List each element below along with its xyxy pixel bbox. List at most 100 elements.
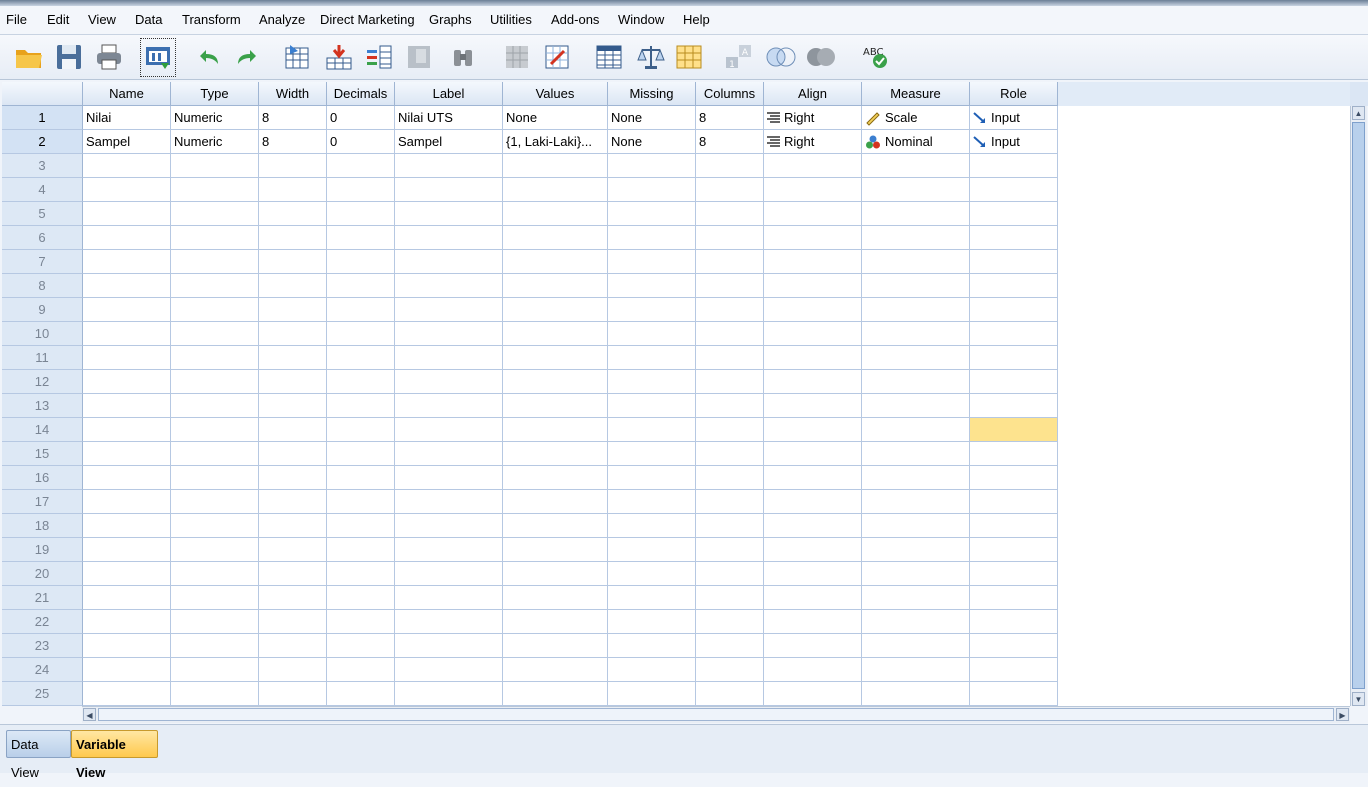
recall-dialog-icon[interactable] <box>140 38 176 77</box>
cell-role[interactable] <box>970 538 1058 562</box>
cell-type[interactable] <box>171 442 259 466</box>
cell-type[interactable] <box>171 562 259 586</box>
cell-role[interactable] <box>970 682 1058 706</box>
cell-type[interactable] <box>171 154 259 178</box>
cell-label[interactable] <box>395 178 503 202</box>
cell-decimals[interactable] <box>327 634 395 658</box>
cell-role[interactable] <box>970 298 1058 322</box>
cell-values[interactable] <box>503 682 608 706</box>
cell-columns[interactable] <box>696 370 764 394</box>
menu-analyze[interactable]: Analyze <box>259 12 305 27</box>
cell-columns[interactable]: 8 <box>696 130 764 154</box>
cell-measure[interactable] <box>862 202 970 226</box>
row-number[interactable]: 25 <box>2 682 83 706</box>
cell-width[interactable] <box>259 658 327 682</box>
cell-columns[interactable] <box>696 610 764 634</box>
cell-type[interactable]: Numeric <box>171 106 259 130</box>
col-header-missing[interactable]: Missing <box>608 82 696 106</box>
cell-missing[interactable] <box>608 658 696 682</box>
cell-values[interactable] <box>503 226 608 250</box>
cell-label[interactable] <box>395 682 503 706</box>
cell-align[interactable] <box>764 178 862 202</box>
cell-label[interactable] <box>395 418 503 442</box>
cell-missing[interactable] <box>608 346 696 370</box>
cell-role[interactable] <box>970 466 1058 490</box>
cell-label[interactable] <box>395 562 503 586</box>
cell-width[interactable] <box>259 370 327 394</box>
cell-name[interactable]: Sampel <box>83 130 171 154</box>
cell-columns[interactable] <box>696 682 764 706</box>
run-descriptives-icon[interactable] <box>402 39 436 75</box>
cell-values[interactable] <box>503 586 608 610</box>
cell-role[interactable]: Input <box>970 106 1058 130</box>
cell-measure[interactable] <box>862 514 970 538</box>
cell-missing[interactable] <box>608 682 696 706</box>
cell-missing[interactable] <box>608 466 696 490</box>
cell-width[interactable] <box>259 274 327 298</box>
cell-decimals[interactable] <box>327 154 395 178</box>
cell-type[interactable] <box>171 634 259 658</box>
cell-label[interactable] <box>395 394 503 418</box>
cell-type[interactable] <box>171 682 259 706</box>
cell-align[interactable] <box>764 562 862 586</box>
row-number[interactable]: 12 <box>2 370 83 394</box>
cell-align[interactable] <box>764 154 862 178</box>
cell-decimals[interactable] <box>327 562 395 586</box>
cell-role[interactable] <box>970 202 1058 226</box>
cell-type[interactable] <box>171 514 259 538</box>
print-icon[interactable] <box>92 39 126 75</box>
cell-width[interactable] <box>259 466 327 490</box>
horizontal-scrollbar[interactable]: ◀ ▶ <box>82 706 1350 723</box>
cell-label[interactable] <box>395 634 503 658</box>
cell-values[interactable]: None <box>503 106 608 130</box>
cell-role[interactable] <box>970 442 1058 466</box>
select-cases-icon[interactable] <box>672 39 706 75</box>
cell-name[interactable]: Nilai <box>83 106 171 130</box>
cell-label[interactable] <box>395 202 503 226</box>
cell-align[interactable] <box>764 394 862 418</box>
cell-role[interactable] <box>970 586 1058 610</box>
cell-label[interactable] <box>395 298 503 322</box>
row-number[interactable]: 9 <box>2 298 83 322</box>
cell-values[interactable] <box>503 250 608 274</box>
cell-label[interactable] <box>395 514 503 538</box>
cell-role[interactable] <box>970 346 1058 370</box>
cell-missing[interactable] <box>608 514 696 538</box>
split-file-icon[interactable] <box>592 39 626 75</box>
cell-label[interactable] <box>395 610 503 634</box>
cell-missing[interactable] <box>608 586 696 610</box>
cell-decimals[interactable]: 0 <box>327 106 395 130</box>
cell-missing[interactable] <box>608 226 696 250</box>
cell-name[interactable] <box>83 418 171 442</box>
cell-type[interactable] <box>171 370 259 394</box>
cell-name[interactable] <box>83 586 171 610</box>
cell-align[interactable] <box>764 418 862 442</box>
cell-type[interactable] <box>171 202 259 226</box>
cell-label[interactable] <box>395 538 503 562</box>
col-header-label[interactable]: Label <box>395 82 503 106</box>
row-number[interactable]: 15 <box>2 442 83 466</box>
cell-measure[interactable] <box>862 346 970 370</box>
goto-variable-icon[interactable] <box>322 39 356 75</box>
cell-role[interactable] <box>970 394 1058 418</box>
cell-width[interactable] <box>259 226 327 250</box>
col-header-decimals[interactable]: Decimals <box>327 82 395 106</box>
cell-width[interactable] <box>259 610 327 634</box>
cell-columns[interactable] <box>696 634 764 658</box>
cell-measure[interactable] <box>862 658 970 682</box>
cell-name[interactable] <box>83 202 171 226</box>
cell-type[interactable] <box>171 346 259 370</box>
cell-missing[interactable] <box>608 610 696 634</box>
insert-cases-icon[interactable] <box>500 39 534 75</box>
cell-measure[interactable]: Nominal <box>862 130 970 154</box>
cell-role[interactable] <box>970 226 1058 250</box>
cell-type[interactable] <box>171 586 259 610</box>
cell-label[interactable] <box>395 586 503 610</box>
vertical-scroll-thumb[interactable] <box>1352 122 1365 689</box>
cell-columns[interactable] <box>696 274 764 298</box>
menu-file[interactable]: File <box>6 12 27 27</box>
corner-cell[interactable] <box>2 82 83 106</box>
cell-label[interactable] <box>395 442 503 466</box>
cell-values[interactable] <box>503 178 608 202</box>
cell-type[interactable] <box>171 322 259 346</box>
